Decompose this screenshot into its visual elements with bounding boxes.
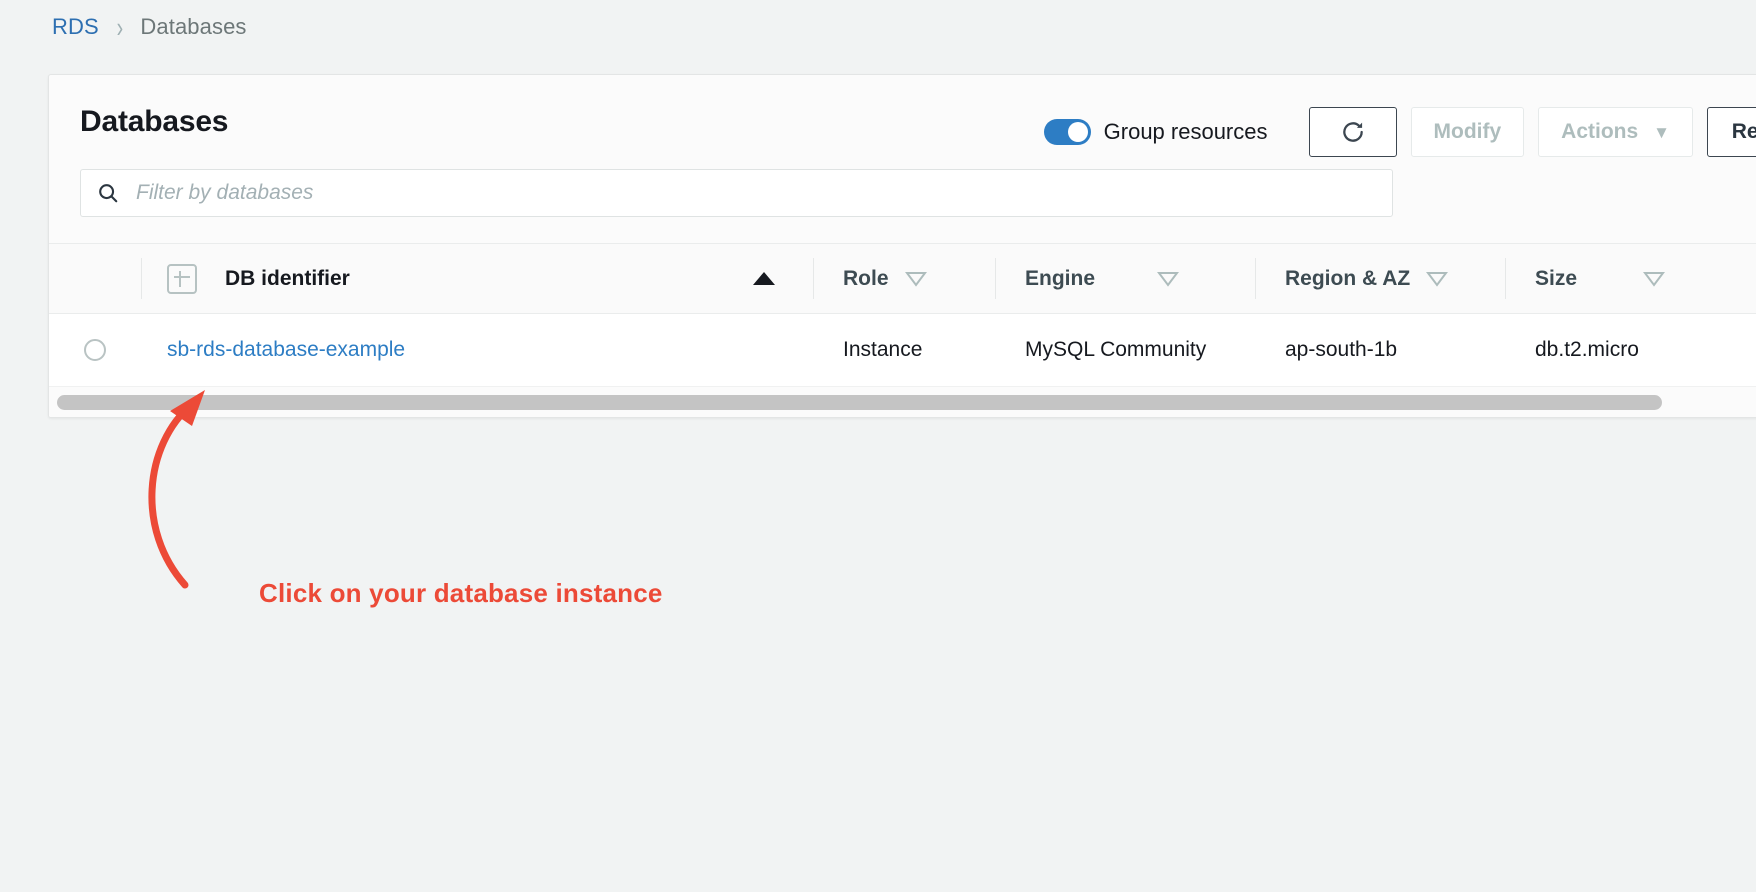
breadcrumb-current-databases: Databases	[140, 14, 246, 40]
column-header-engine[interactable]: Engine	[995, 244, 1255, 313]
row-region-value: ap-south-1b	[1285, 338, 1397, 362]
breadcrumb: RDS › Databases	[52, 14, 247, 40]
breadcrumb-link-rds[interactable]: RDS	[52, 14, 99, 40]
modify-button-label: Modify	[1434, 120, 1502, 144]
sort-ascending-icon[interactable]	[753, 272, 775, 285]
row-region-cell: ap-south-1b	[1255, 314, 1505, 386]
panel-header-actions: Group resources Modify Actions ▼ Res	[1044, 107, 1756, 157]
column-header-region-label: Region & AZ	[1285, 267, 1410, 291]
modify-button[interactable]: Modify	[1411, 107, 1525, 157]
group-resources-toggle[interactable]	[1044, 119, 1091, 145]
filter-row	[49, 169, 1756, 243]
refresh-icon	[1340, 119, 1366, 145]
horizontal-scrollbar-thumb[interactable]	[57, 395, 1662, 410]
row-select-cell[interactable]	[49, 314, 141, 386]
row-radio-button[interactable]	[84, 339, 106, 361]
sort-none-icon[interactable]	[1157, 270, 1179, 288]
db-instance-link[interactable]: sb-rds-database-example	[167, 338, 405, 362]
column-header-role[interactable]: Role	[813, 244, 995, 313]
databases-table: DB identifier Role Engine	[49, 243, 1756, 417]
actions-button[interactable]: Actions ▼	[1538, 107, 1693, 157]
column-header-identifier-label: DB identifier	[225, 267, 350, 291]
actions-button-label: Actions	[1561, 120, 1638, 144]
refresh-button[interactable]	[1309, 107, 1397, 157]
sort-none-icon[interactable]	[905, 270, 927, 288]
databases-panel: Databases Group resources Modify Actions	[48, 74, 1756, 418]
column-header-engine-label: Engine	[1025, 267, 1095, 291]
filter-box[interactable]	[80, 169, 1393, 217]
chevron-right-icon: ›	[116, 13, 123, 42]
row-size-cell: db.t2.micro	[1505, 314, 1705, 386]
sort-none-icon[interactable]	[1426, 270, 1448, 288]
search-icon	[97, 182, 119, 204]
expand-plus-icon[interactable]	[167, 264, 197, 294]
table-header-row: DB identifier Role Engine	[49, 244, 1756, 314]
column-header-region[interactable]: Region & AZ	[1255, 244, 1505, 313]
panel-header: Databases Group resources Modify Actions	[49, 75, 1756, 169]
page-title: Databases	[80, 105, 228, 139]
column-header-identifier[interactable]: DB identifier	[141, 244, 813, 313]
group-resources-label: Group resources	[1104, 119, 1268, 145]
row-role-cell: Instance	[813, 314, 995, 386]
restore-button-label: Res	[1732, 120, 1756, 144]
horizontal-scrollbar[interactable]	[49, 386, 1756, 417]
chevron-down-icon: ▼	[1653, 124, 1670, 141]
annotation-label: Click on your database instance	[259, 578, 663, 609]
row-role-value: Instance	[843, 338, 922, 362]
restore-button[interactable]: Res	[1707, 107, 1756, 157]
search-input[interactable]	[134, 180, 1376, 206]
toggle-knob	[1068, 122, 1088, 142]
column-header-size-label: Size	[1535, 267, 1577, 291]
row-engine-value: MySQL Community	[1025, 338, 1206, 362]
row-engine-cell: MySQL Community	[995, 314, 1255, 386]
select-all-cell	[49, 244, 141, 313]
table-row[interactable]: sb-rds-database-example Instance MySQL C…	[49, 314, 1756, 386]
group-resources-toggle-wrap[interactable]: Group resources	[1044, 119, 1268, 145]
sort-none-icon[interactable]	[1643, 270, 1665, 288]
row-size-value: db.t2.micro	[1535, 338, 1639, 362]
row-identifier-cell: sb-rds-database-example	[141, 314, 813, 386]
column-header-role-label: Role	[843, 267, 889, 291]
column-header-size[interactable]: Size	[1505, 244, 1705, 313]
